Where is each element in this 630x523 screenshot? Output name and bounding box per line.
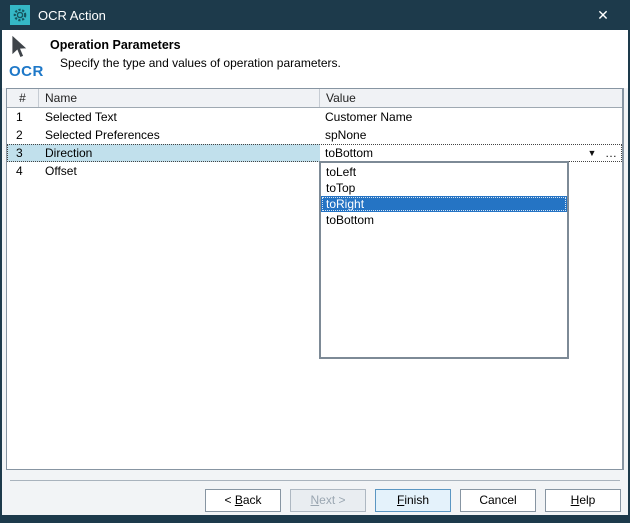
cursor-arrow-icon [9, 34, 33, 60]
value-editor-cell[interactable]: toBottom▼… [320, 144, 622, 162]
column-header-name: Name [39, 89, 320, 107]
page-subtitle: Specify the type and values of operation… [60, 56, 341, 70]
direction-dropdown-list: toLefttoToptoRighttoBottom [319, 161, 569, 359]
table-row[interactable]: 3DirectiontoBottom▼… [7, 144, 622, 162]
table-row[interactable]: 2Selected PreferencesspNone [7, 126, 622, 144]
row-number-cell: 4 [7, 162, 39, 180]
value-editor-text: toBottom [325, 144, 582, 162]
wizard-header: OCR Operation Parameters Specify the typ… [2, 30, 628, 88]
footer-separator [10, 480, 620, 481]
column-header-number: # [7, 89, 39, 107]
row-name-cell: Selected Text [39, 108, 320, 126]
page-title: Operation Parameters [50, 38, 181, 52]
row-value-cell: spNone [320, 126, 622, 144]
row-name-cell: Offset [39, 162, 320, 180]
column-header-value: Value [320, 89, 622, 107]
ocr-action-dialog: OCR Action ✕ OCR Operation Parameters Sp… [0, 0, 630, 523]
back-button[interactable]: < Back [205, 489, 281, 512]
close-icon[interactable]: ✕ [588, 0, 618, 30]
row-number-cell: 1 [7, 108, 39, 126]
window-title: OCR Action [38, 8, 588, 23]
button-row: < Back Next > Finish Cancel Help [205, 489, 621, 512]
row-value-cell: Customer Name [320, 108, 622, 126]
cancel-button[interactable]: Cancel [460, 489, 536, 512]
table-row[interactable]: 1Selected TextCustomer Name [7, 108, 622, 126]
table-header-row: # Name Value [7, 89, 622, 108]
dropdown-item[interactable]: toRight [321, 196, 567, 212]
row-number-cell: 2 [7, 126, 39, 144]
dropdown-arrow-icon[interactable]: ▼ [582, 144, 602, 162]
next-button[interactable]: Next > [290, 489, 366, 512]
help-button[interactable]: Help [545, 489, 621, 512]
finish-button[interactable]: Finish [375, 489, 451, 512]
ocr-logo: OCR [9, 34, 49, 79]
row-number-cell: 3 [7, 144, 39, 162]
title-bar: OCR Action ✕ [2, 0, 628, 30]
ocr-logo-text: OCR [9, 65, 49, 79]
row-name-cell: Selected Preferences [39, 126, 320, 144]
row-name-cell: Direction [39, 144, 320, 162]
dropdown-item[interactable]: toBottom [321, 212, 567, 228]
dropdown-item[interactable]: toLeft [321, 164, 567, 180]
app-gear-icon [10, 5, 30, 25]
dropdown-item[interactable]: toTop [321, 180, 567, 196]
ellipsis-button[interactable]: … [602, 146, 620, 160]
